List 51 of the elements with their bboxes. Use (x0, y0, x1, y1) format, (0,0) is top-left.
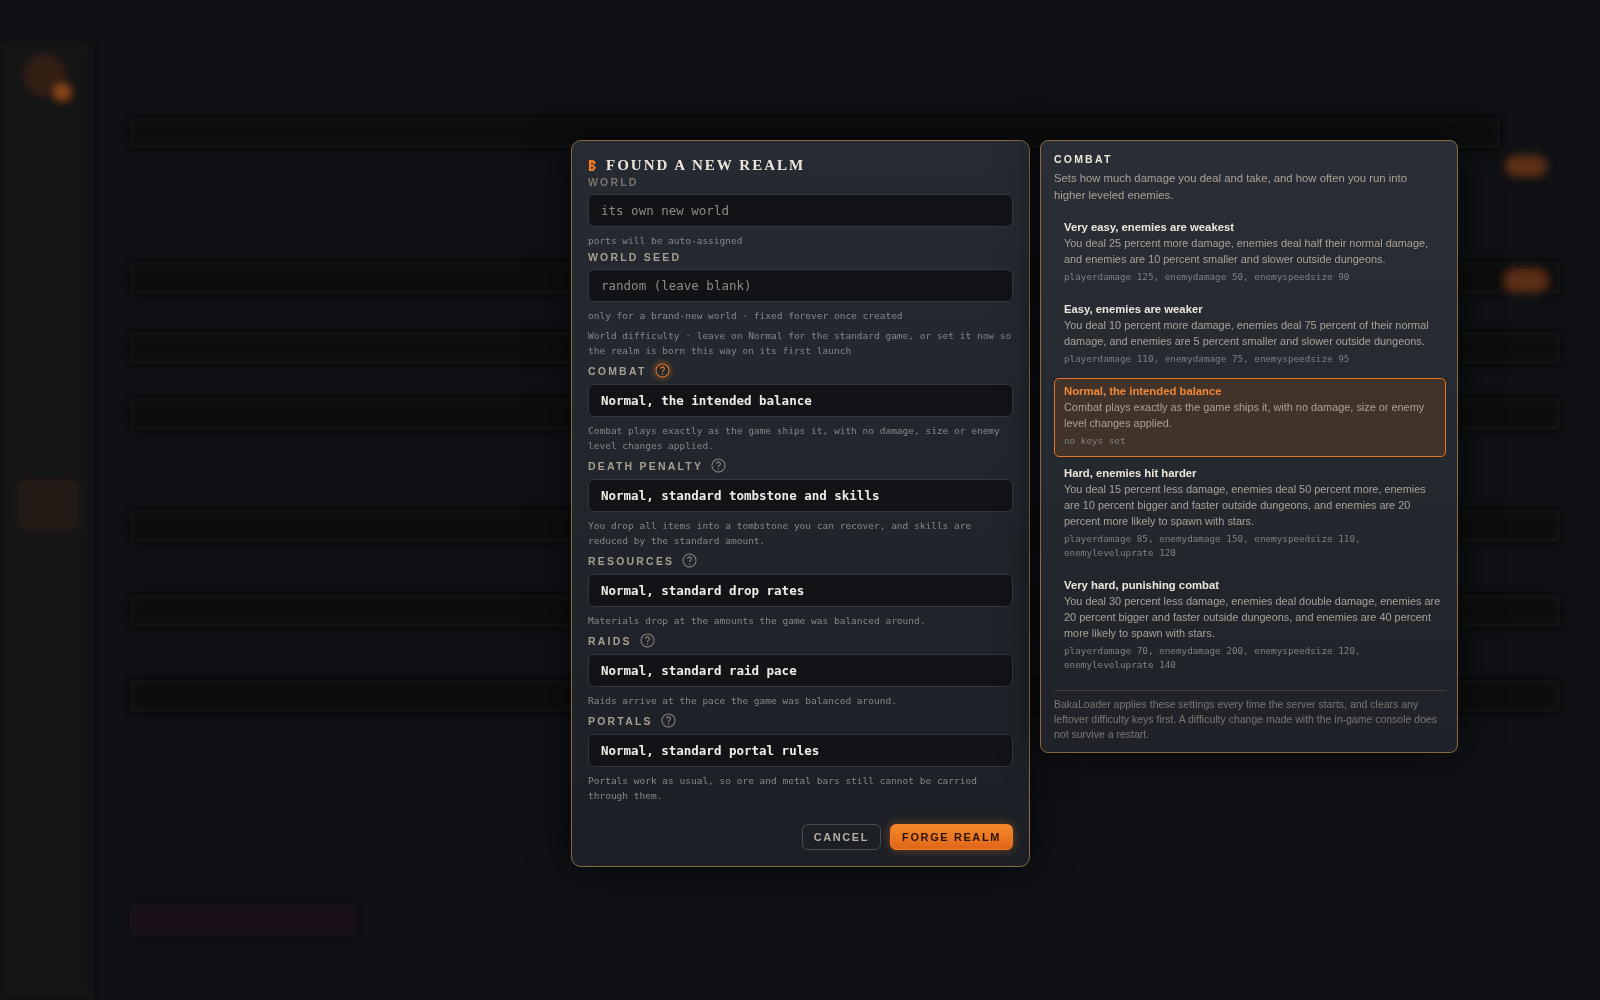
select-field[interactable]: Normal, standard portal rules (588, 734, 1013, 767)
setting-label: DEATH PENALTY (588, 459, 704, 472)
setting-description: Materials drop at the amounts the game was balanced around. (588, 614, 927, 628)
panel-title: COMBAT (1054, 153, 1114, 165)
input-field[interactable]: random (leave blank) (588, 269, 1013, 302)
setting-label: RAIDS (588, 634, 632, 647)
option-title: Hard, enemies hit harder (1064, 467, 1198, 479)
forge-button[interactable]: FORGE REALM (890, 824, 1013, 850)
setting-description: Portals work as usual, so ore and metal bars still cannot be carried through them. (588, 774, 978, 803)
dialog-title: FOUND A NEW REALM (606, 157, 806, 174)
selected-option-card[interactable]: Normal, the intended balance Combat plays exactly as the game ships it, with no damage, size or enemy level changes applied. no keys set (1054, 378, 1446, 457)
option-keys: playerdamage 70, enemydamage 200, enemyspeedsize 120, enemyleveluprate 140 (1064, 644, 1441, 672)
field-label: WORLD SEED (588, 251, 683, 263)
logo-icon (588, 159, 597, 172)
option-keys: playerdamage 85, enemydamage 150, enemyspeedsize 110, enemyleveluprate 120 (1064, 532, 1441, 560)
panel-footer: BakaLoader applies these settings every time the server starts, and clears any leftover difficulty keys first. A difficulty change made with the in-game console does not survive a restart. (1054, 690, 1446, 742)
option-description: You deal 15 percent less damage, enemies deal 50 percent more, enemies are 10 percent bigger and faster outside dungeons, and enemies are 20 percent more likely to spawn with stars. (1064, 482, 1427, 529)
help-icon[interactable] (654, 363, 670, 378)
select-field[interactable]: Normal, standard drop rates (588, 574, 1013, 607)
help-icon[interactable] (660, 713, 676, 728)
setting-label: RESOURCES (588, 554, 675, 567)
option-title: Very easy, enemies are weakest (1064, 221, 1235, 233)
option-title: Easy, enemies are weaker (1064, 303, 1204, 315)
option-title: Very hard, punishing combat (1064, 579, 1221, 591)
option-description: You deal 25 percent more damage, enemies deal half their normal damage, and enemies are 10 percent smaller and slower outside dungeons. (1064, 236, 1430, 267)
input-field[interactable]: its own new world (588, 194, 1013, 227)
difficulty-note: World difficulty · leave on Normal for the standard game, or set it now so the realm is born this way on its first launch (588, 329, 1013, 358)
field-hint: only for a brand-new world · fixed forever once created (588, 309, 904, 323)
setting-label: PORTALS (588, 714, 653, 727)
select-field[interactable]: Normal, the intended balance (588, 384, 1013, 417)
blurred-avatar (25, 55, 69, 99)
setting-description: Combat plays exactly as the game ships it, with no damage, size or enemy level changes applied. (588, 424, 1001, 453)
help-icon[interactable] (711, 458, 727, 473)
option-title: Normal, the intended balance (1064, 385, 1223, 397)
setting-description: You drop all items into a tombstone you can recover, and skills are reduced by the standard amount. (588, 519, 973, 548)
setting-label: COMBAT (588, 364, 647, 377)
setting-description: Raids arrive at the pace the game was balanced around. (588, 694, 898, 708)
select-field[interactable]: Normal, standard raid pace (588, 654, 1013, 687)
help-icon[interactable] (682, 553, 698, 568)
field-hint: ports will be auto-assigned (588, 234, 744, 248)
select-field[interactable]: Normal, standard tombstone and skills (588, 479, 1013, 512)
option-keys: no keys set (1064, 434, 1441, 448)
panel-intro: Sets how much damage you deal and take, and how often you run into higher leveled enemies. (1054, 171, 1408, 203)
option-description: You deal 10 percent more damage, enemies deal 75 percent of their normal damage, and enemies are 5 percent smaller and slower outside dungeons. (1064, 318, 1430, 349)
help-icon[interactable] (639, 633, 655, 648)
cancel-button[interactable]: CANCEL (801, 824, 882, 850)
option-description: You deal 30 percent less damage, enemies deal double damage, enemies are 20 percent bigger and faster outside dungeons, and enemies are 40 percent more likely to spawn with stars. (1064, 594, 1441, 641)
option-description: Combat plays exactly as the game ships it, with no damage, size or enemy level changes applied. (1064, 400, 1426, 431)
option-keys: playerdamage 125, enemydamage 50, enemyspeedsize 90 (1064, 270, 1441, 284)
field-label: WORLD (588, 176, 640, 188)
option-keys: playerdamage 110, enemydamage 75, enemyspeedsize 95 (1064, 352, 1441, 366)
